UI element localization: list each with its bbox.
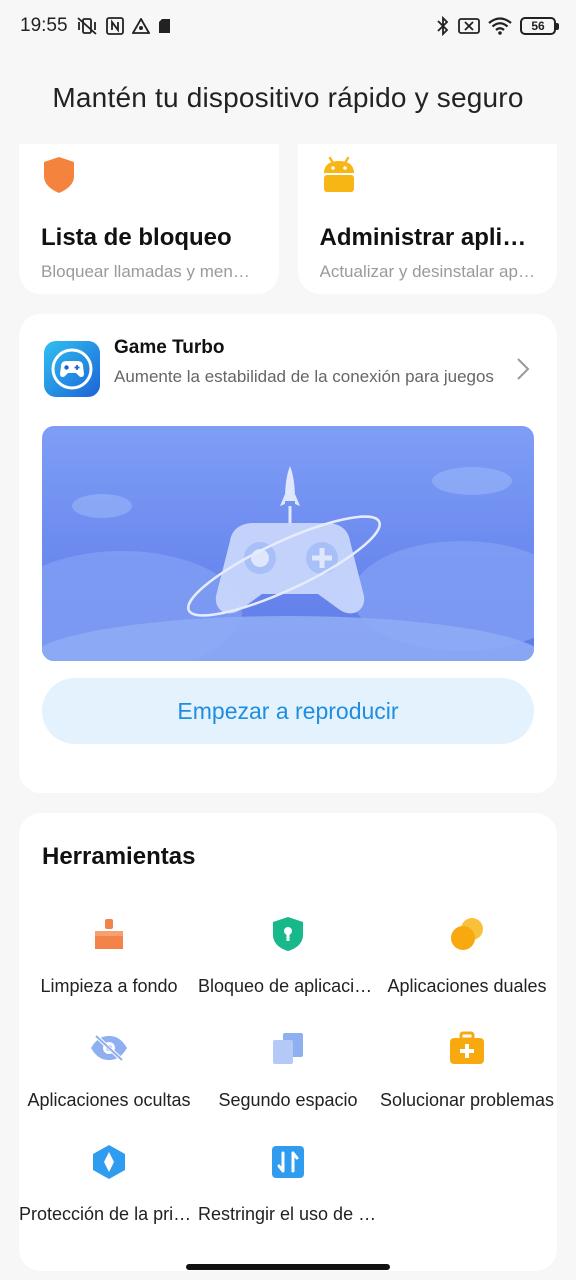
- shield-icon: [43, 156, 257, 196]
- wifi-icon: [488, 17, 512, 35]
- tool-second-space[interactable]: Segundo espacio: [198, 1028, 378, 1138]
- tool-restrict-data[interactable]: Restringir el uso de datos: [198, 1142, 378, 1252]
- broom-icon: [89, 914, 129, 954]
- game-turbo-text: Game Turbo Aumente la estabilidad de la …: [114, 337, 494, 411]
- game-turbo-card: Game Turbo Aumente la estabilidad de la …: [19, 314, 557, 793]
- dual-apps-icon: [447, 914, 487, 954]
- tool-label: Limpieza a fondo: [40, 976, 178, 996]
- tool-label: Solucionar problemas: [379, 1090, 555, 1110]
- game-turbo-header[interactable]: Game Turbo Aumente la estabilidad de la …: [44, 337, 534, 411]
- blocklist-title: Lista de bloqueo: [41, 224, 232, 251]
- home-indicator[interactable]: [186, 1264, 390, 1270]
- second-space-icon: [268, 1028, 308, 1068]
- tool-dual-apps[interactable]: Aplicaciones duales: [377, 914, 557, 1024]
- page-title: Mantén tu dispositivo rápido y seguro: [52, 82, 524, 113]
- tool-label: Aplicaciones duales: [387, 976, 547, 996]
- status-bar-right: 56: [436, 16, 559, 36]
- gamepad-icon: [44, 341, 100, 397]
- battery-level: 56: [531, 19, 545, 33]
- tool-deep-clean[interactable]: Limpieza a fondo: [19, 914, 199, 1024]
- game-turbo-subtitle: Aumente la estabilidad de la conexión pa…: [114, 367, 494, 386]
- tool-label: Bloqueo de aplicaciones: [198, 976, 378, 996]
- tools-title: Herramientas: [42, 843, 196, 870]
- bluetooth-icon: [436, 16, 450, 36]
- top-cards: Lista de bloqueo Bloquear llamadas y men…: [19, 144, 557, 294]
- tool-label: Restringir el uso de datos: [198, 1204, 378, 1224]
- game-turbo-illustration: [42, 466, 534, 661]
- tool-label: Segundo espacio: [218, 1090, 358, 1110]
- privacy-icon: [89, 1142, 129, 1182]
- manage-apps-title: Administrar aplicaciones: [319, 224, 536, 251]
- blocklist-card[interactable]: Lista de bloqueo Bloquear llamadas y men…: [19, 144, 279, 294]
- data-usage-icon: [268, 1142, 308, 1182]
- first-aid-icon: [447, 1028, 487, 1068]
- status-bar-left: 19:55: [20, 15, 171, 37]
- status-bar: 19:55 56: [0, 0, 576, 52]
- tool-label: Aplicaciones ocultas: [27, 1090, 191, 1110]
- tool-privacy-protection[interactable]: Protección de la privacidad: [19, 1142, 199, 1252]
- nfc-icon: [105, 17, 124, 35]
- battery-icon: 56: [520, 17, 559, 35]
- android-icon: [322, 156, 536, 196]
- chevron-right-icon: [516, 357, 530, 386]
- tool-hidden-apps[interactable]: Aplicaciones ocultas: [19, 1028, 199, 1138]
- game-turbo-title: Game Turbo: [114, 337, 225, 358]
- eye-off-icon: [89, 1028, 129, 1068]
- drive-icon: [131, 18, 150, 34]
- app-lock-icon: [268, 914, 308, 954]
- start-playing-button[interactable]: Empezar a reproducir: [42, 678, 534, 744]
- tool-app-lock[interactable]: Bloqueo de aplicaciones: [198, 914, 378, 1024]
- sd-card-icon: [158, 18, 171, 34]
- clock: 19:55: [20, 15, 68, 36]
- no-sim-icon: [458, 17, 480, 35]
- tool-troubleshoot[interactable]: Solucionar problemas: [377, 1028, 557, 1138]
- manage-apps-subtitle: Actualizar y desinstalar aplicaciones: [319, 262, 536, 281]
- mute-vibrate-icon: [76, 16, 98, 36]
- tool-label: Protección de la privacidad: [19, 1204, 199, 1224]
- manage-apps-card[interactable]: Administrar aplicaciones Actualizar y de…: [297, 144, 557, 294]
- tools-card: Herramientas Limpieza a fondo Bloqueo de…: [19, 813, 557, 1271]
- blocklist-subtitle: Bloquear llamadas y mensajes: [41, 262, 257, 281]
- game-turbo-banner: [42, 426, 534, 661]
